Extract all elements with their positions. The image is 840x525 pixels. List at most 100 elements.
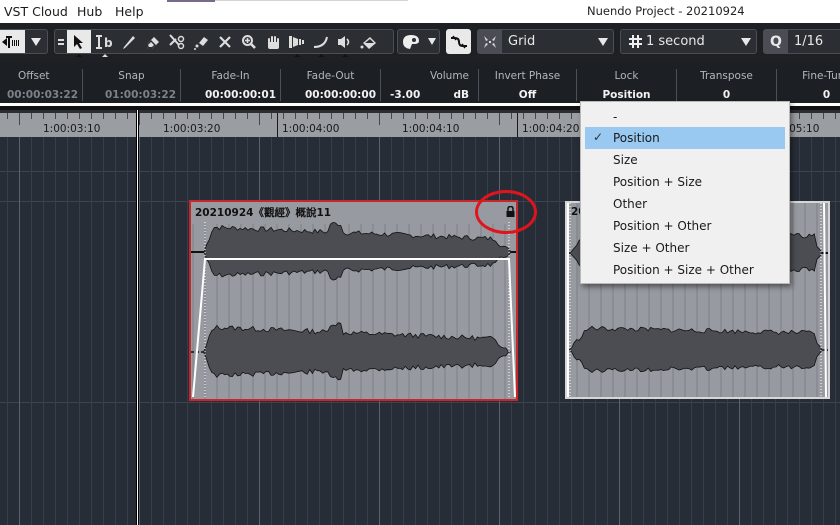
ruler-major-marker [277, 113, 278, 137]
checkmark-icon: ✓ [593, 130, 604, 144]
quantize-button[interactable]: Q [764, 30, 788, 53]
info-offset[interactable]: Offset 00:00:03:22 [0, 66, 82, 102]
info-volume-label: Volume [429, 70, 470, 82]
ruler-tick [535, 113, 536, 119]
tool-comp[interactable] [285, 30, 309, 57]
grid-hash-icon [629, 35, 642, 48]
grid-line [127, 137, 128, 525]
grid-type-dropdown[interactable]: 1 second [620, 29, 757, 54]
window-zones-dropdown[interactable] [25, 30, 47, 53]
info-fade-out[interactable]: Fade-Out 00:00:00:00 [281, 66, 380, 102]
ruler-tick [103, 113, 104, 119]
info-transpose[interactable]: Transpose 0 [677, 66, 776, 102]
audio-event-selected[interactable]: 20210924《觀經》概說11 [189, 200, 518, 401]
info-fade-in[interactable]: Fade-In 00:00:00:01 [181, 66, 280, 102]
tool-erase[interactable] [141, 30, 165, 53]
tool-color[interactable] [357, 30, 381, 53]
info-fade-in-value[interactable]: 00:00:00:01 [181, 89, 280, 101]
info-lock-label: Lock [614, 70, 639, 82]
tool-object-selection[interactable] [67, 30, 91, 57]
ruler-tick [835, 113, 836, 119]
info-fine-tune-label: Fine-Tune [802, 70, 840, 82]
info-lock-value[interactable]: Position [577, 89, 676, 101]
color-menu-group [397, 29, 440, 54]
ruler-tick [211, 113, 212, 119]
tool-play[interactable] [333, 30, 357, 57]
grid-line [67, 137, 68, 525]
ruler-tick [451, 113, 452, 119]
color-palette-icon [403, 34, 419, 49]
tool-buttons-group: b [54, 29, 394, 57]
hand-icon [268, 35, 279, 49]
ruler-tick [175, 113, 176, 119]
info-fade-out-label: Fade-Out [306, 70, 355, 82]
color-menu-button[interactable] [398, 30, 424, 53]
grid-line [19, 137, 20, 525]
color-menu-dropdown[interactable] [424, 30, 440, 53]
ruler-tick [499, 113, 500, 125]
quantize-preset[interactable]: Q 1/16 [763, 29, 840, 54]
project-cursor[interactable] [136, 110, 139, 525]
lock-option-position-size-other[interactable]: Position + Size + Other [585, 259, 785, 281]
info-fine-tune[interactable]: Fine-Tune 0 [777, 66, 840, 102]
range-select-icon: b [96, 34, 113, 50]
grid-line [7, 137, 8, 525]
snap-type-icon-button[interactable] [478, 30, 502, 53]
ruler-tick [247, 113, 248, 119]
grid-line [0, 402, 840, 403]
tool-split[interactable] [165, 30, 189, 53]
menu-bar: VST Cloud Hub Help Nuendo Project - 2021… [0, 0, 840, 23]
info-fine-tune-value[interactable]: 0 [777, 89, 840, 101]
ruler-label: 1:00:04:00 [282, 123, 340, 135]
window-zones-button[interactable] [0, 30, 25, 53]
info-volume[interactable]: Volume -3.00 dB [381, 66, 478, 102]
ruler-tick [319, 113, 320, 119]
lock-option-other[interactable]: Other [585, 193, 785, 215]
ruler-tick [91, 113, 92, 119]
lock-option-position-size[interactable]: Position + Size [585, 171, 785, 193]
menu-item-label: - [613, 110, 618, 124]
info-transpose-value[interactable]: 0 [677, 89, 776, 101]
menu-help[interactable]: Help [115, 4, 144, 19]
lock-option-position[interactable]: ✓ Position [585, 127, 785, 149]
ruler-tick [163, 113, 164, 119]
info-invert-phase-value[interactable]: Off [479, 89, 576, 101]
info-fade-out-value[interactable]: 00:00:00:00 [281, 89, 380, 101]
menu-item-label: Position + Size + Other [613, 263, 754, 277]
info-snap-label: Snap [118, 70, 145, 82]
menu-item-label: Size [613, 153, 638, 167]
ruler-tick [391, 113, 392, 119]
ruler-label: 1:00:03:10 [43, 123, 101, 135]
tool-glue[interactable] [189, 30, 213, 53]
info-offset-value[interactable]: 00:00:03:22 [0, 89, 82, 101]
ruler-tick [487, 113, 488, 119]
tool-zoom[interactable] [237, 30, 261, 53]
info-snap-value[interactable]: 01:00:03:22 [83, 89, 180, 101]
titlebar-accent [167, 0, 215, 2]
waveform-channel [568, 325, 823, 374]
menu-hub[interactable]: Hub [77, 4, 102, 19]
lock-option-size-other[interactable]: Size + Other [585, 237, 785, 259]
lock-option-size[interactable]: Size [585, 149, 785, 171]
ruler-tick [403, 113, 404, 119]
lock-option-none[interactable]: - [585, 106, 785, 128]
grid-line [535, 137, 536, 525]
tool-hand[interactable] [261, 30, 285, 53]
ruler-tick [139, 113, 140, 125]
ruler-tick [7, 113, 8, 119]
snap-type-dropdown[interactable]: Grid [477, 29, 614, 54]
tool-line[interactable] [309, 30, 333, 57]
info-lock[interactable]: Lock Position [577, 66, 676, 102]
tool-mute[interactable] [213, 30, 237, 53]
menu-item-label: Position + Size [613, 175, 703, 189]
menu-vst-cloud[interactable]: VST Cloud [4, 4, 68, 19]
tool-range-selection[interactable]: b [93, 30, 117, 57]
snap-toggle-button[interactable] [446, 29, 471, 54]
info-invert-phase[interactable]: Invert Phase Off [479, 66, 576, 102]
group-handle[interactable] [55, 30, 67, 53]
grid-line [91, 137, 92, 525]
info-snap[interactable]: Snap 01:00:03:22 [83, 66, 180, 102]
lock-option-position-other[interactable]: Position + Other [585, 215, 785, 237]
ruler-tick [463, 113, 464, 119]
tool-draw[interactable] [117, 30, 141, 53]
